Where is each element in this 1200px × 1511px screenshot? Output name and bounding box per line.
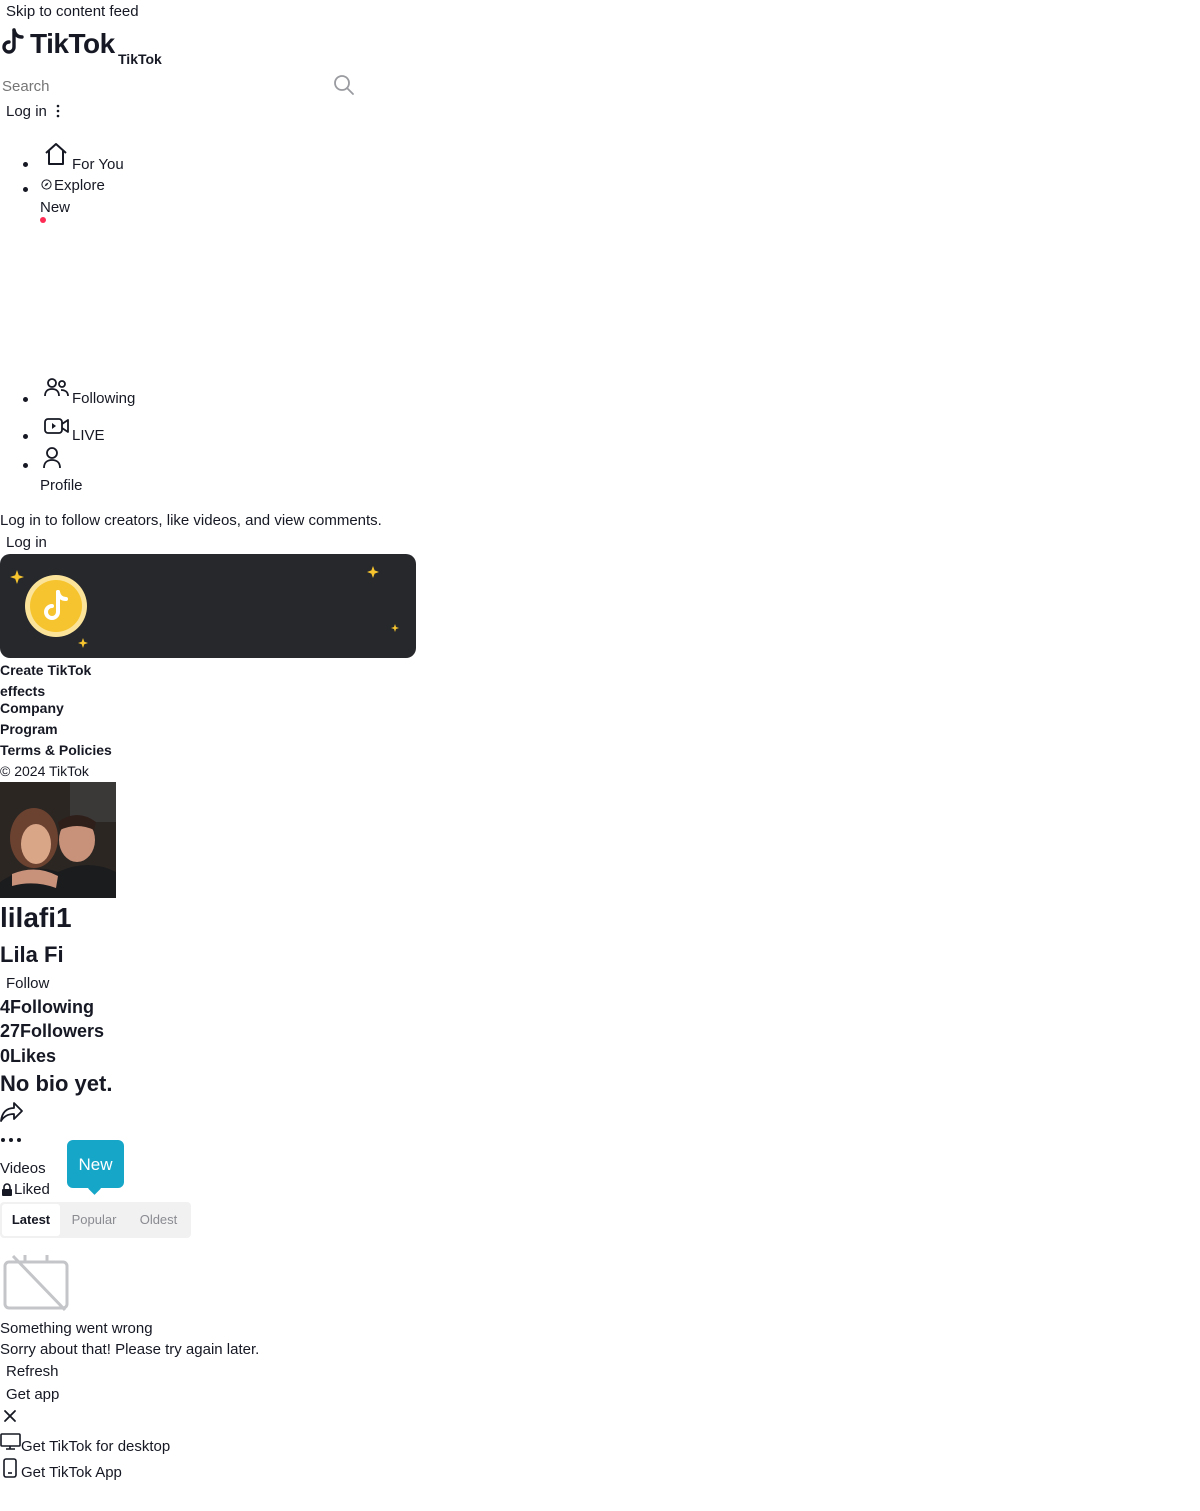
nav-item-for-you[interactable]: For You — [0, 140, 200, 174]
likes-count: 0 — [0, 1046, 11, 1066]
nav-item-profile[interactable]: Profile — [0, 446, 200, 496]
follow-button[interactable]: Follow — [6, 975, 49, 992]
more-icon[interactable] — [0, 1135, 24, 1145]
nav-item-live[interactable]: LIVE — [0, 414, 200, 448]
nav-label: Profile — [40, 477, 83, 494]
profile-display-name: Lila Fi — [0, 942, 64, 967]
person-icon — [43, 447, 61, 469]
compass-icon — [41, 179, 52, 190]
sort-option-latest[interactable]: Latest — [2, 1204, 60, 1236]
desktop-link-label: Get TikTok for desktop — [21, 1438, 171, 1455]
followers-count: 27 — [0, 1021, 21, 1041]
desktop-icon — [0, 1433, 21, 1450]
new-indicator-dot — [40, 217, 46, 223]
footer-link-label: Create TikTok effects — [0, 662, 92, 699]
following-count: 4 — [0, 997, 11, 1017]
nav-label: Explore — [54, 177, 105, 194]
effects-banner[interactable] — [0, 554, 416, 658]
logo-wordmark: TikTok — [30, 28, 115, 59]
sort-option-oldest[interactable]: Oldest — [128, 1204, 189, 1236]
error-title: Something went wrong — [0, 1320, 153, 1337]
new-tooltip: New — [67, 1140, 124, 1195]
logo-caption: TikTok — [118, 51, 162, 67]
refresh-button[interactable]: Refresh — [6, 1363, 59, 1380]
people-icon — [44, 378, 69, 397]
more-options-icon[interactable] — [55, 104, 61, 118]
avatar-photo — [0, 782, 116, 898]
tooltip-arrow — [88, 1182, 101, 1195]
header-login-button[interactable]: Log in — [6, 103, 47, 120]
search-bar — [0, 72, 360, 102]
tiktok-note-icon — [2, 28, 24, 54]
following-stat[interactable]: 4Following — [0, 997, 94, 1018]
mobile-phone-icon — [3, 1458, 17, 1478]
copyright: © 2024 TikTok — [0, 763, 89, 779]
error-message: Sorry about that! Please try again later… — [0, 1341, 260, 1358]
footer-link-terms[interactable]: Terms & Policies — [0, 742, 112, 758]
mobile-link-label: Get TikTok App — [21, 1464, 122, 1481]
close-icon[interactable] — [3, 1409, 17, 1423]
live-camera-icon — [44, 418, 69, 434]
sidebar-login-button[interactable]: Log in — [6, 534, 47, 551]
avatar — [0, 782, 116, 898]
new-tooltip-label: New — [78, 1155, 113, 1174]
footer-link-effects[interactable]: Create TikTok effects — [0, 660, 110, 702]
profile-bio: No bio yet. — [0, 1071, 113, 1096]
nav-label: For You — [72, 156, 124, 173]
likes-stat: 0Likes — [0, 1046, 56, 1067]
tab-videos[interactable]: Videos — [0, 1160, 46, 1177]
get-app-button[interactable]: Get app — [6, 1386, 59, 1403]
followers-label: Followers — [20, 1021, 105, 1041]
share-icon[interactable] — [0, 1101, 24, 1123]
search-icon[interactable] — [333, 74, 355, 96]
lock-icon — [2, 1183, 12, 1196]
sort-option-popular[interactable]: Popular — [62, 1204, 126, 1236]
new-label: New — [40, 199, 71, 216]
tiktok-coin-icon — [25, 575, 87, 637]
nav-new-badge[interactable]: New — [40, 198, 120, 226]
footer-link-program[interactable]: Program — [0, 721, 58, 737]
nav-label: Following — [72, 390, 136, 407]
tab-liked-label: Liked — [14, 1181, 50, 1198]
home-icon — [45, 143, 67, 165]
profile-username: lilafi1 — [0, 902, 72, 933]
nav-label: LIVE — [72, 427, 105, 444]
nav-item-following[interactable]: Following — [0, 376, 200, 410]
login-prompt-text: Log in to follow creators, like videos, … — [0, 512, 382, 529]
likes-label: Likes — [10, 1046, 57, 1066]
no-connection-icon — [3, 1254, 69, 1312]
search-input[interactable] — [0, 78, 324, 95]
followers-stat[interactable]: 27Followers — [0, 1021, 104, 1042]
skip-to-content-link[interactable]: Skip to content feed — [6, 3, 139, 20]
nav-item-explore[interactable]: Explore — [0, 176, 200, 198]
following-label: Following — [10, 997, 94, 1017]
footer-link-company[interactable]: Company — [0, 700, 64, 716]
sort-control: Latest Popular Oldest — [0, 1202, 191, 1238]
